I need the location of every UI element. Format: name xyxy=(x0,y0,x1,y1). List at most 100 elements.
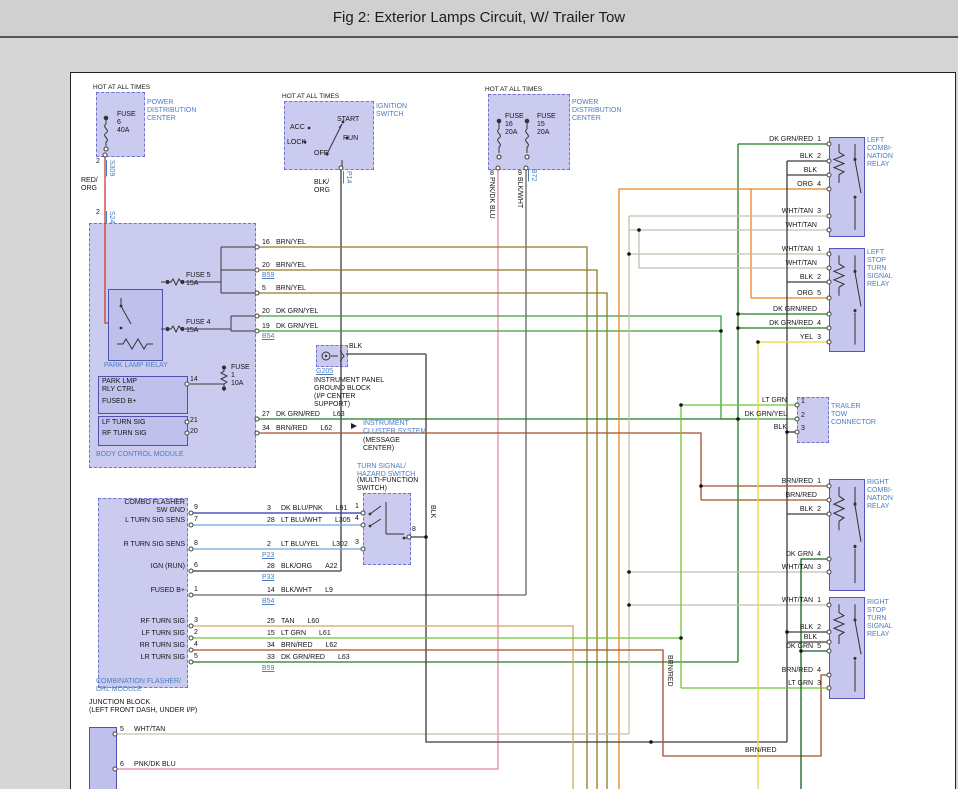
pin-label: 2 xyxy=(96,158,100,166)
fuse-5-label: FUSE 5 15A xyxy=(186,272,211,288)
wire-row: 34BRN/REDL62 xyxy=(262,425,332,433)
wire-label-pnk-dk-blu: PNK/DK BLU xyxy=(487,177,495,219)
wire-row: 27DK GRN/REDL63 xyxy=(262,411,345,419)
flasher-pin-number: 5 xyxy=(194,653,198,661)
flasher-pin-label: LF TURN SIG xyxy=(101,630,185,638)
wire-label-blk-wht: BLK/WHT xyxy=(515,177,523,208)
bcm-pin-number: 20 xyxy=(190,428,198,436)
hot-label-right: HOT AT ALL TIMES xyxy=(485,86,542,94)
switch-pin-number: 4 xyxy=(355,515,359,523)
pin-terminals xyxy=(103,142,831,771)
relay-pin-row: ORG4 xyxy=(729,181,821,189)
relay-pin-row: DK GRN/RED xyxy=(729,306,821,314)
left-stop-turn-signal-relay-label: LEFT STOP TURN SIGNAL RELAY xyxy=(867,249,893,289)
fuse-1-label: FUSE 1 10A xyxy=(231,364,250,388)
flasher-pin-number: 2 xyxy=(194,629,198,637)
ground-block-label: INSTRUMENT PANEL GROUND BLOCK (I/P CENTE… xyxy=(314,377,384,409)
trailer-pin-number: 2 xyxy=(801,412,805,420)
flasher-pin-number: 1 xyxy=(194,586,198,594)
grid-ref-p23: P23 xyxy=(262,552,274,560)
switch-pin-number: 3 xyxy=(355,539,359,547)
trailer-pin-row: DK GRN/YEL xyxy=(677,411,787,419)
wire-row: 15LT GRNL61 xyxy=(267,630,331,638)
wire-row: 19DK GRN/YEL xyxy=(262,323,318,331)
wire-row: 28BLK/ORGA22 xyxy=(267,563,338,571)
splice-ref: S309 xyxy=(107,160,115,176)
flasher-pin-label: RF TURN SIG xyxy=(101,618,185,626)
fuse-15-label: FUSE 15 20A xyxy=(537,113,556,137)
trailer-pin-row: BLK xyxy=(677,424,787,432)
message-center-label: (MESSAGE CENTER) xyxy=(363,437,400,453)
wiring-layer xyxy=(71,73,955,789)
wire-row: 5BRN/YEL xyxy=(262,285,306,293)
body-control-module-label: BODY CONTROL MODULE xyxy=(96,451,184,459)
wire-label-red-org: RED/ ORG xyxy=(81,177,98,193)
fuse-5-symbol xyxy=(165,277,185,287)
park-lamp-relay-label: PARK LAMP RELAY xyxy=(104,362,168,370)
bcm-pin-number: 21 xyxy=(190,417,198,425)
flasher-pin-label: L TURN SIG SENS xyxy=(101,517,185,525)
grid-ref-b54: B54 xyxy=(262,333,274,341)
wire-red-org xyxy=(105,155,108,323)
wire-row: 2LT BLU/YELL302 xyxy=(267,541,348,549)
wire-label-blk: BLK xyxy=(349,343,362,351)
fuse-6-label: FUSE 6 40A xyxy=(117,111,136,135)
relay-pin-row: YEL3 xyxy=(729,334,821,342)
trailer-pin-row: LT GRN xyxy=(677,397,787,405)
fuse-1-symbol xyxy=(219,365,229,391)
left-combination-relay-label: LEFT COMBI- NATION RELAY xyxy=(867,137,893,169)
flasher-pin-number: 8 xyxy=(194,540,198,548)
right-combination-relay-label: RIGHT COMBI- NATION RELAY xyxy=(867,479,893,511)
wire-row: 3DK BLU/PNKL91 xyxy=(267,505,347,513)
trailer-pin-number: 3 xyxy=(801,425,805,433)
grid-ref-b59: B59 xyxy=(262,272,274,280)
bcm-pin-label: LF TURN SIG xyxy=(102,419,145,427)
relay-pin-row: BLK2 xyxy=(729,153,821,161)
ign-start: START xyxy=(337,116,359,124)
pdc-left-label: POWER DISTRIBUTION CENTER xyxy=(147,99,196,123)
relay-pin-row: ORG5 xyxy=(729,290,821,298)
figure-title-bar: Fig 2: Exterior Lamps Circuit, W/ Traile… xyxy=(0,0,958,38)
wire-row: 25TANL60 xyxy=(267,618,319,626)
connector-ref-p14: P14 xyxy=(344,171,352,183)
wire-row: 20DK GRN/YEL xyxy=(262,308,318,316)
wire-row: 28LT BLU/WHTL305 xyxy=(267,517,351,525)
wire-row: 14BLK/WHTL9 xyxy=(267,587,333,595)
relay-pin-row: WHT/TAN1 xyxy=(729,597,821,605)
multi-function-switch-label: (MULTI-FUNCTION SWITCH) xyxy=(357,477,418,493)
relay-pin-row: BLK xyxy=(729,167,821,175)
wire-row: 6PNK/DK BLU xyxy=(120,761,176,769)
bcm-pin-label: PARK LMP RLY CTRL xyxy=(102,378,137,394)
hot-label-mid: HOT AT ALL TIMES xyxy=(282,93,339,101)
wire-row: 20BRN/YEL xyxy=(262,262,306,270)
relay-pin-row: DK GRN5 xyxy=(729,643,821,651)
flasher-pin-label: IGN (RUN) xyxy=(101,563,185,571)
fuse-4-symbol xyxy=(165,324,185,334)
wiring-diagram-canvas: HOT AT ALL TIMES FUSE 6 40A POWER DISTRI… xyxy=(70,72,956,789)
ign-off: OFF xyxy=(314,150,328,158)
trailer-pin-number: 1 xyxy=(801,398,805,406)
wire-row: 33DK GRN/REDL63 xyxy=(267,654,350,662)
wire-label-brn-red-vertical: BRN/RED xyxy=(665,655,673,687)
relay-pin-row: BLK xyxy=(729,634,821,642)
wire-label-brn-red: BRN/RED xyxy=(745,747,777,755)
switch-pin-number: 8 xyxy=(412,526,416,534)
right-stop-turn-signal-relay-label: RIGHT STOP TURN SIGNAL RELAY xyxy=(867,599,893,639)
wire-wht-tan xyxy=(111,216,829,734)
relay-pin-row: WHT/TAN3 xyxy=(729,208,821,216)
flasher-pin-number: 6 xyxy=(194,562,198,570)
flasher-pin-number: 9 xyxy=(194,504,198,512)
pdc-right-label: POWER DISTRIBUTION CENTER xyxy=(572,99,621,123)
flasher-pin-number: 3 xyxy=(194,617,198,625)
flasher-pin-label: LR TURN SIG xyxy=(101,654,185,662)
wire-label-blk-org: BLK/ ORG xyxy=(314,179,330,195)
relay-pin-row: DK GRN4 xyxy=(729,551,821,559)
flasher-pin-label: R TURN SIG SENS xyxy=(101,541,185,549)
grid-ref-b59: B59 xyxy=(262,665,274,673)
wire-label-blk-vertical: BLK xyxy=(428,505,436,518)
relay-pin-row: BRN/RED4 xyxy=(729,667,821,675)
relay-pin-row: BLK2 xyxy=(729,274,821,282)
relay-pin-row: WHT/TAN1 xyxy=(729,246,821,254)
relay-pin-row: BRN/RED xyxy=(729,492,821,500)
figure-title: Fig 2: Exterior Lamps Circuit, W/ Traile… xyxy=(0,0,958,36)
